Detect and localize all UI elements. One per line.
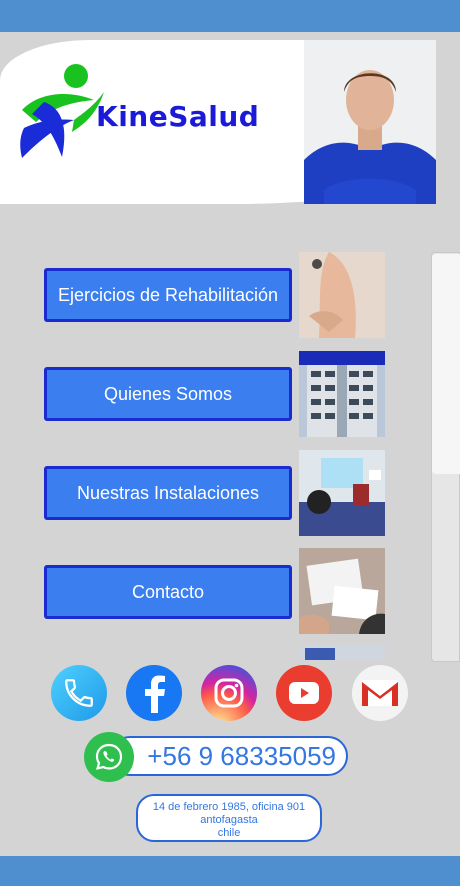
- phone-number[interactable]: +56 9 68335059: [110, 736, 348, 776]
- youtube-icon[interactable]: [276, 665, 332, 721]
- building-photo: [299, 351, 385, 437]
- physiotherapist-portrait-photo: [304, 40, 436, 204]
- partial-photo: [299, 646, 385, 660]
- top-bar: [0, 0, 460, 32]
- address-box: 14 de febrero 1985, oficina 901 antofaga…: [136, 794, 322, 842]
- gmail-icon[interactable]: [352, 665, 408, 721]
- address-line-2: antofagasta: [200, 814, 258, 826]
- desk-documents-photo: [299, 548, 385, 634]
- facebook-icon[interactable]: [126, 665, 182, 721]
- bottom-bar: [0, 856, 460, 886]
- whatsapp-icon[interactable]: [84, 732, 134, 782]
- menu-button-contact[interactable]: Contacto: [44, 565, 292, 619]
- menu-button-rehabilitation[interactable]: Ejercicios de Rehabilitación: [44, 268, 292, 322]
- address-line-1: 14 de febrero 1985, oficina 901: [152, 801, 306, 813]
- phone-icon[interactable]: [51, 665, 107, 721]
- gym-facility-photo: [299, 450, 385, 536]
- instagram-icon[interactable]: [201, 665, 257, 721]
- brand-name: KineSalud: [96, 100, 260, 133]
- menu-button-facilities[interactable]: Nuestras Instalaciones: [44, 466, 292, 520]
- address-line-3: chile: [217, 827, 241, 839]
- menu-button-about-us[interactable]: Quienes Somos: [44, 367, 292, 421]
- scrollbar-thumb[interactable]: [432, 254, 460, 474]
- back-massage-photo: [299, 252, 385, 338]
